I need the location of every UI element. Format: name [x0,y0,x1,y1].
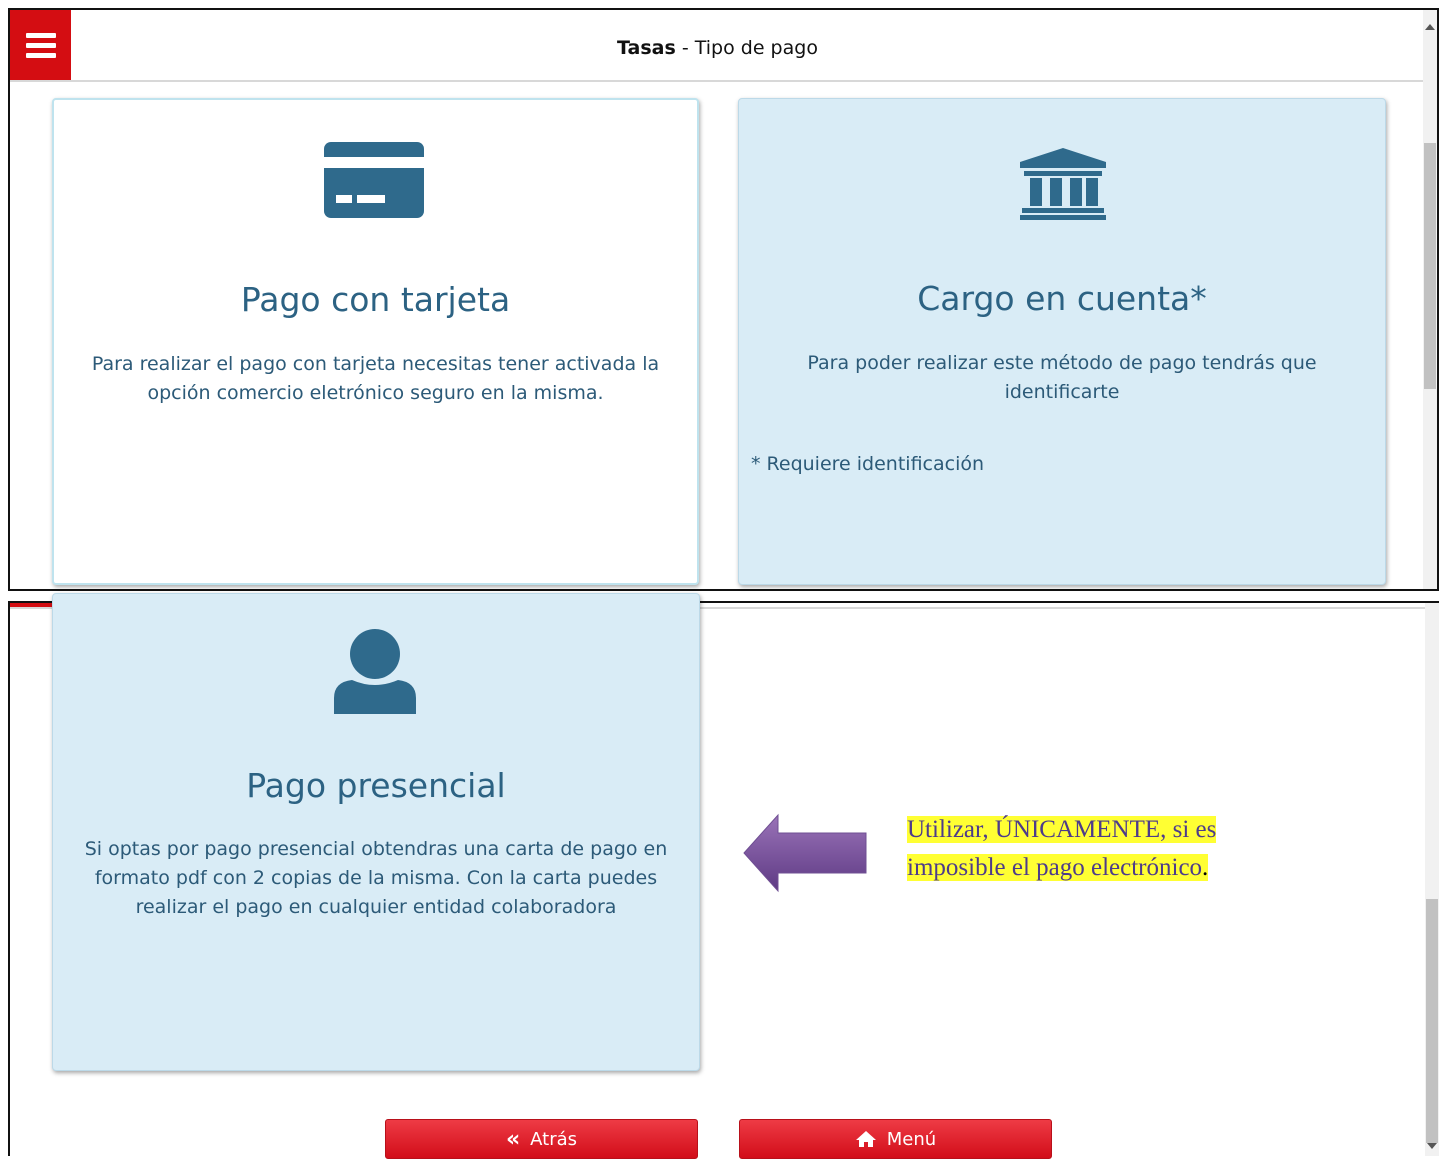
scroll-thumb[interactable] [1424,143,1436,389]
top-bar: Tasas - Tipo de pago [10,10,1425,82]
page-title-bold: Tasas [617,37,676,59]
card-pago-tarjeta[interactable]: Pago con tarjeta Para realizar el pago c… [52,98,699,585]
bottom-screenshot-pane: Pago presencial Si optas por pago presen… [8,593,1439,1159]
annotation-line-1: Utilizar, ÚNICAMENTE, si es [907,816,1217,843]
menu-button-label: Menú [886,1128,937,1150]
annotation-line-2-end: . [1202,854,1209,881]
credit-card-icon [324,142,424,218]
annotation-line-2: imposible el pago electrónico [907,854,1203,881]
arrow-left-icon [743,813,867,893]
card-pago-presencial[interactable]: Pago presencial Si optas por pago presen… [52,593,700,1071]
back-button[interactable]: « Atrás [385,1119,698,1159]
back-button-label: Atrás [530,1128,578,1150]
card-title: Pago presencial [246,766,506,805]
card-title: Pago con tarjeta [240,280,511,319]
page-title-rest: - Tipo de pago [675,37,818,59]
top-screenshot-pane: Tasas - Tipo de pago Pago con tarjeta Pa… [8,8,1439,591]
card-title: Cargo en cuenta* [917,279,1207,318]
scrollbar-top[interactable] [1423,10,1437,589]
double-chevron-left-icon: « [505,1126,521,1152]
card-description: Para realizar el pago con tarjeta necesi… [91,353,660,404]
user-icon [334,629,416,714]
scrollbar-bottom[interactable] [1425,603,1439,1156]
card-description: Para poder realizar este método de pago … [807,352,1317,403]
card-description: Si optas por pago presencial obtendras u… [84,838,668,918]
annotation-callout: Utilizar, ÚNICAMENTE, si es imposible el… [907,811,1217,887]
card-note: * Requiere identificación [751,453,985,475]
scroll-up-icon[interactable] [1425,24,1435,30]
scroll-down-icon[interactable] [1427,1143,1437,1149]
scroll-thumb[interactable] [1426,899,1438,1143]
card-cargo-cuenta[interactable]: Cargo en cuenta* Para poder realizar est… [738,98,1386,585]
menu-button[interactable]: Menú [739,1119,1052,1159]
home-icon [855,1131,876,1147]
page-title: Tasas - Tipo de pago [10,37,1425,59]
bank-icon [1020,148,1106,220]
